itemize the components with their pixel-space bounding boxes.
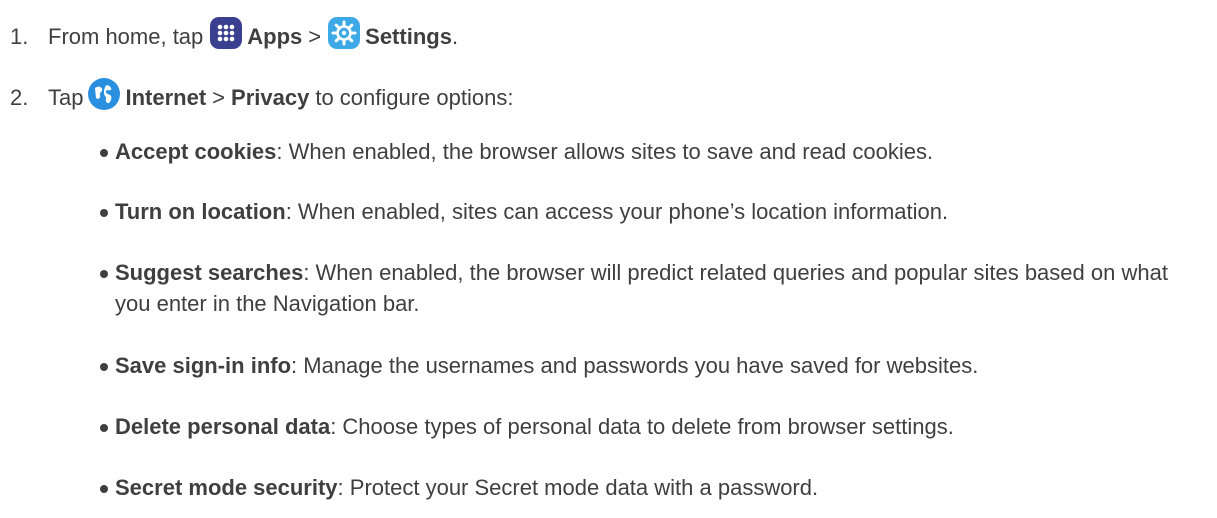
option-description: : Choose types of personal data to delet… (330, 414, 954, 439)
option-description: : When enabled, sites can access your ph… (285, 199, 949, 224)
separator: > (308, 24, 322, 49)
settings-label: Settings (365, 24, 452, 49)
privacy-label: Privacy (231, 85, 310, 110)
step-number: 2. (10, 85, 29, 110)
separator: > (212, 85, 226, 110)
list-item: Accept cookies: When enabled, the browse… (100, 136, 1210, 167)
step-text: Tap (48, 85, 84, 110)
option-description: : Manage the usernames and passwords you… (291, 353, 979, 378)
bullet-dot (100, 485, 108, 493)
list-item: Turn on location: When enabled, sites ca… (100, 196, 1210, 227)
bullet-dot (100, 363, 108, 371)
list-item: Save sign-in info: Manage the usernames … (100, 350, 1210, 381)
step-suffix: . (451, 24, 459, 49)
apps-label: Apps (247, 24, 303, 49)
option-title: Turn on location (115, 199, 286, 224)
list-item: Delete personal data: Choose types of pe… (100, 411, 1210, 442)
option-description: : Protect your Secret mode data with a p… (337, 475, 819, 500)
bullet-dot (100, 424, 108, 432)
settings-gear-icon (327, 16, 361, 50)
list-item: Secret mode security: Protect your Secre… (100, 472, 1210, 503)
option-title: Secret mode security (115, 475, 338, 500)
step-number: 1. (10, 24, 29, 49)
internet-globe-icon (87, 77, 121, 111)
step-2: 2. Tap Internet > Privacy to configure o… (10, 78, 514, 115)
option-title: Save sign-in info (115, 353, 292, 378)
instructions-document: 1. From home, tap Apps > Settings . 2. T… (0, 0, 1217, 518)
step-text: From home, tap (48, 24, 204, 49)
option-title: Delete personal data (115, 414, 331, 439)
bullet-dot (100, 149, 108, 157)
list-item: Suggest searches: When enabled, the brow… (100, 257, 1180, 319)
option-title: Suggest searches (115, 260, 304, 285)
option-title: Accept cookies (115, 139, 277, 164)
option-description: : When enabled, the browser allows sites… (276, 139, 934, 164)
step-suffix: to configure options: (315, 85, 514, 110)
apps-grid-icon (209, 16, 243, 50)
bullet-dot (100, 270, 108, 278)
bullet-dot (100, 209, 108, 217)
step-1: 1. From home, tap Apps > Settings . (10, 17, 459, 54)
internet-label: Internet (125, 85, 207, 110)
